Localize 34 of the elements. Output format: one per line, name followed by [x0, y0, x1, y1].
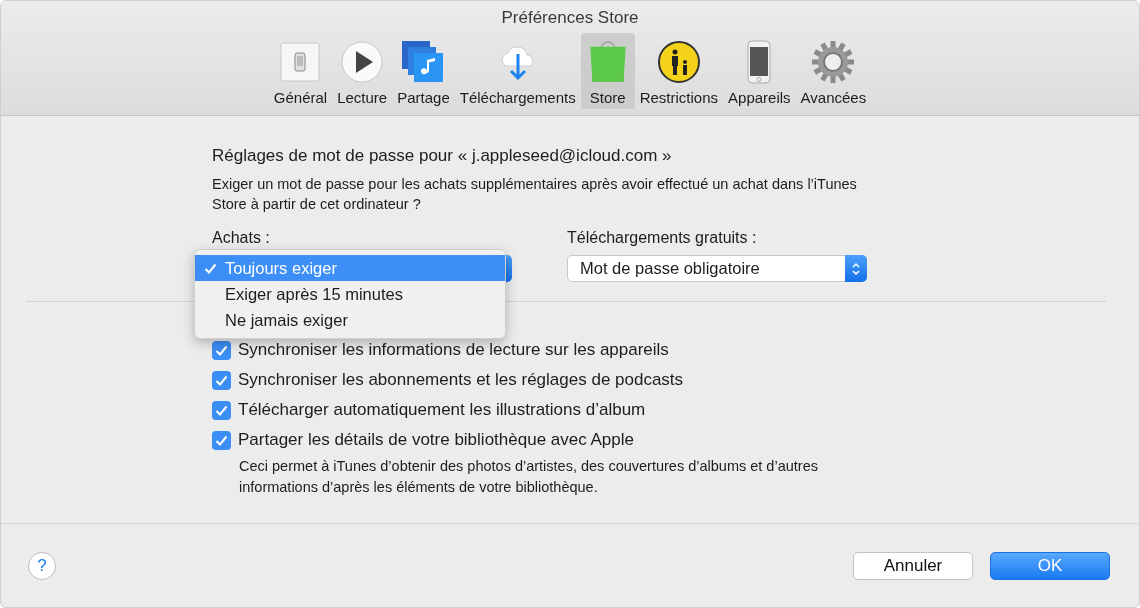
- toolbar-tab[interactable]: Restrictions: [634, 33, 724, 109]
- question-text: Exiger un mot de passe pour les achats supplémentaires après avoir effectué un achat dans l’iTunes Store à partir de cet ordinateur ?: [212, 175, 858, 214]
- checkbox[interactable]: [212, 430, 231, 450]
- field-label: Achats :: [212, 229, 271, 248]
- cancel-button[interactable]: Annuler: [853, 551, 973, 580]
- play-icon: [340, 40, 385, 84]
- toolbar-tab[interactable]: Téléchargements: [454, 33, 581, 109]
- toolbar-tab[interactable]: Store: [580, 33, 635, 109]
- menu-item[interactable]: Exiger après 15 minutes: [195, 281, 505, 307]
- toolbar-tab[interactable]: Partage: [392, 33, 455, 109]
- switch-icon: [278, 40, 323, 84]
- help-button[interactable]: ?: [28, 551, 56, 580]
- menu-item[interactable]: Ne jamais exiger: [195, 307, 505, 333]
- checkbox[interactable]: [212, 370, 231, 390]
- check-icon: [204, 262, 217, 274]
- field-label: Téléchargements gratuits :: [567, 229, 758, 248]
- free-downloads-popup[interactable]: Mot de passe obligatoire: [567, 255, 867, 282]
- toolbar-tab[interactable]: Appareils: [723, 33, 796, 109]
- checkbox-label: Télécharger automatiquement les illustrations d’album: [238, 400, 646, 420]
- music-stack-icon: [401, 40, 446, 84]
- note-text: Ceci permet à iTunes d’obtenir des photos d’artistes, des couvertures d’albums et d’autres informations d’après les éléments de votre bibliothèque.: [239, 457, 819, 497]
- checkbox-label: Partager les détails de votre bibliothèque avec Apple: [238, 430, 634, 450]
- checkbox[interactable]: [212, 400, 231, 420]
- toolbar-tab[interactable]: Avancées: [795, 33, 872, 109]
- checkbox[interactable]: [212, 340, 231, 360]
- window-title: Préférences Store: [501, 8, 639, 28]
- toolbar-tab[interactable]: Général: [268, 33, 333, 109]
- checkbox-label: Synchroniser les abonnements et les réglages de podcasts: [238, 370, 684, 390]
- parent-child-icon: [656, 40, 701, 84]
- toolbar-tab[interactable]: Lecture: [332, 33, 393, 109]
- checkbox-label: Synchroniser les informations de lecture sur les appareils: [238, 340, 669, 360]
- stepper-icon: [845, 255, 867, 282]
- gear-icon: [811, 40, 856, 84]
- section-heading: Réglages de mot de passe pour « j.appleseed@icloud.com »: [212, 146, 673, 166]
